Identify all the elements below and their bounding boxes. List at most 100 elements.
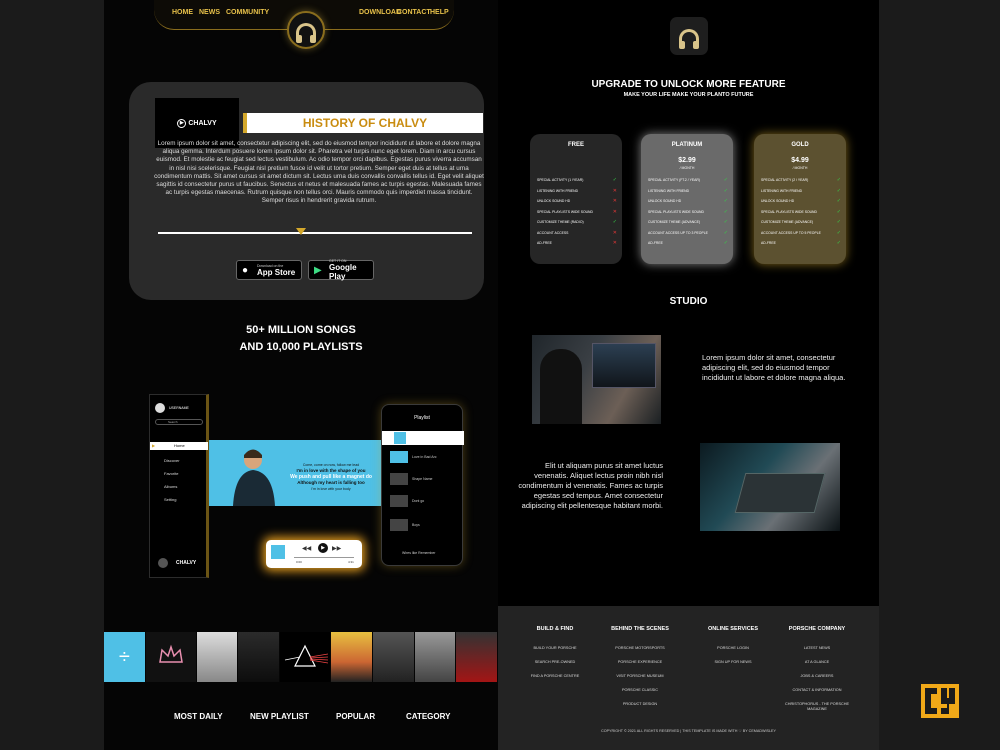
menu-setting[interactable]: Setting	[164, 497, 176, 502]
feature-label: UNLOCK SOUND HD	[537, 199, 571, 203]
app-sidebar-mockup: USERNAME Search ▶ Home Discover Favorite…	[149, 394, 209, 578]
left-panel: HOME NEWS COMMUNITY DOWNLOAD CONTACT HEL…	[104, 0, 498, 750]
plan-card-2[interactable]: GOLD $4.99 / MONTH SPECIAL ACTIVITY (2 / YE…	[754, 134, 846, 264]
mini-player-icon	[158, 558, 168, 568]
footer-link[interactable]: PORSCHE LOGIN	[693, 646, 773, 651]
footer-link[interactable]: CONTACT & INFORMATION	[777, 688, 857, 693]
songs-heading: 50+ MILLION SONGS AND 10,000 PLAYLISTS	[104, 322, 498, 356]
plan-feature-row: LISTENING WITH FRIEND ✓	[761, 188, 841, 193]
album-cover-portrait-bw[interactable]	[414, 632, 456, 682]
plan-feature-row: SPECIAL ACTIVITY (2 / YEAR) ✓	[761, 178, 841, 183]
divider-line	[158, 232, 472, 234]
feature-label: CUSTOMIZE THEME (ADVANCE)	[761, 220, 813, 224]
headphone-logo[interactable]	[670, 17, 708, 55]
headphone-logo[interactable]	[287, 11, 325, 49]
plan-feature-row: AD-FREE ✓	[648, 241, 728, 246]
playlist-thumb	[390, 451, 408, 463]
app-store-button[interactable]: ● Download on the App Store	[236, 260, 302, 280]
menu-albums[interactable]: Albums	[164, 484, 177, 489]
tab-popular[interactable]: POPULAR	[336, 712, 375, 721]
footer-link[interactable]: FIND A PORSCHE CENTRE	[515, 674, 595, 679]
google-play-button[interactable]: ▶ GET IT ON Google Play	[308, 259, 374, 281]
playlist-mockup: Playlist Love in Bad Arc Shape Name Dont…	[381, 404, 464, 566]
footer-link[interactable]: SEARCH PRE-OWNED	[515, 660, 595, 665]
footer-link[interactable]: CHRISTOPHORUS - THE PORSCHE MAGAZINE	[777, 702, 857, 712]
album-cover-crown[interactable]	[145, 632, 196, 682]
footer-link[interactable]: PORSCHE EXPERIENCE	[600, 660, 680, 665]
tab-category[interactable]: CATEGORY	[406, 712, 450, 721]
plan-feature-row: UNLOCK SOUND HD ✓	[648, 198, 728, 204]
songs-line2: AND 10,000 PLAYLISTS	[239, 341, 363, 353]
footer-link[interactable]: PORSCHE MOTORSPORTS	[600, 646, 680, 651]
triangle-down-icon	[296, 228, 306, 235]
tab-most-daily[interactable]: MOST DAILY	[174, 712, 223, 721]
plan-card-1[interactable]: PLATINUM $2.99 / MONTH SPECIAL ACTIVITY (FT…	[641, 134, 733, 264]
nav-news[interactable]: NEWS	[199, 9, 220, 16]
next-icon[interactable]: ▶▶	[332, 545, 341, 552]
plan-feature-row: ACCOUNT ACCESS UP TO 3 PEOPLE ✓	[648, 230, 728, 235]
album-cover-eminem[interactable]	[456, 632, 498, 682]
plan-feature-row: SPECIAL ACTIVITY (FT.2 / YEAR) ✓	[648, 177, 728, 183]
check-icon: ✓	[723, 177, 728, 183]
album-cover-queen[interactable]	[238, 632, 280, 682]
plan-price: $4.99	[791, 157, 809, 164]
feature-label: SPECIAL PLAYLISTS WIDE SOUND	[761, 209, 817, 214]
menu-home-active[interactable]: ▶ Home	[150, 442, 208, 450]
album-cover-prism[interactable]	[280, 632, 331, 682]
playlist-item[interactable]: Boys	[412, 523, 420, 527]
history-title: HISTORY OF CHALVY	[243, 113, 483, 133]
studio-paragraph-1: Lorem ipsum dolor sit amet, consectetur …	[702, 353, 846, 382]
progress-bar[interactable]	[294, 557, 354, 558]
check-icon: ✓	[723, 198, 728, 204]
album-cover-group-yellow[interactable]	[331, 632, 372, 682]
nav-help[interactable]: HELP	[430, 9, 449, 16]
search-input[interactable]: Search	[155, 419, 203, 425]
plan-card-0[interactable]: FREE SPECIAL ACTIVITY (1 /YEAR) ✓ LISTENING…	[530, 134, 622, 264]
crown-icon	[158, 644, 183, 663]
footer-heading: ONLINE SERVICES	[707, 626, 759, 632]
prev-icon[interactable]: ◀◀	[302, 545, 311, 552]
headphones-icon	[679, 29, 699, 49]
menu-favorite[interactable]: Favorite	[164, 471, 178, 476]
prism-icon	[285, 644, 329, 667]
feature-label: UNLOCK SOUND HD	[648, 199, 682, 203]
plan-name: PLATINUM	[671, 142, 703, 148]
footer-link[interactable]: VISIT PORSCHE MUSEUM	[600, 674, 680, 679]
plan-feature-row: UNLOCK SOUND HD ✓	[761, 198, 841, 204]
cross-icon: ✕	[612, 208, 617, 215]
playlist-item[interactable]: Wires like Remember	[402, 551, 435, 555]
footer-link[interactable]: PRODUCT DESIGN	[600, 702, 680, 707]
check-icon: ✓	[836, 198, 841, 204]
footer-link[interactable]: JOBS & CAREERS	[777, 674, 857, 679]
footer-link[interactable]: AT A GLANCE	[777, 660, 857, 665]
nav-contact[interactable]: CONTACT	[397, 9, 431, 16]
playlist-header-card	[382, 431, 464, 445]
playlist-thumb	[390, 473, 408, 485]
nav-home[interactable]: HOME	[172, 9, 193, 16]
nav-download[interactable]: DOWNLOAD	[359, 9, 401, 16]
cross-icon: ✕	[612, 229, 617, 236]
play-button[interactable]: ▶	[318, 543, 328, 553]
music-player-widget: ◀◀ ▶ ▶▶ 0:00 4:31	[266, 540, 362, 568]
album-cover-band[interactable]	[372, 632, 414, 682]
playlist-item[interactable]: Dont go	[412, 499, 424, 503]
footer-link[interactable]: SIGN UP FOR NEWS	[693, 660, 773, 665]
menu-discover[interactable]: Discover	[164, 458, 180, 463]
footer-heading: BEHIND THE SCENES	[611, 626, 669, 632]
plan-feature-row: CUSTOMIZE THEME (RADIO) ✓	[537, 220, 617, 225]
playlist-item[interactable]: Shape Name	[412, 477, 432, 481]
footer-link[interactable]: LATEST NEWS	[777, 646, 857, 651]
person-silhouette	[540, 349, 582, 424]
footer-link[interactable]: BUILD YOUR PORSCHE	[515, 646, 595, 651]
footer-link[interactable]: PORSCHE CLASSIC	[600, 688, 680, 693]
plan-feature-row: LISTENING WITH FRIEND ✕	[537, 188, 617, 193]
apple-icon: ●	[242, 265, 249, 276]
plan-feature-row: LISTENING WITH FRIEND ✓	[648, 188, 728, 193]
feature-label: SPECIAL ACTIVITY (2 / YEAR)	[761, 178, 809, 182]
tab-new-playlist[interactable]: NEW PLAYLIST	[250, 712, 309, 721]
footer-heading: PORSCHE COMPANY	[788, 626, 846, 632]
nav-community[interactable]: COMMUNITY	[226, 9, 269, 16]
album-cover-portrait[interactable]	[196, 632, 238, 682]
playlist-item[interactable]: Love in Bad Arc	[412, 455, 437, 459]
album-cover-divide[interactable]: ÷	[104, 632, 145, 682]
